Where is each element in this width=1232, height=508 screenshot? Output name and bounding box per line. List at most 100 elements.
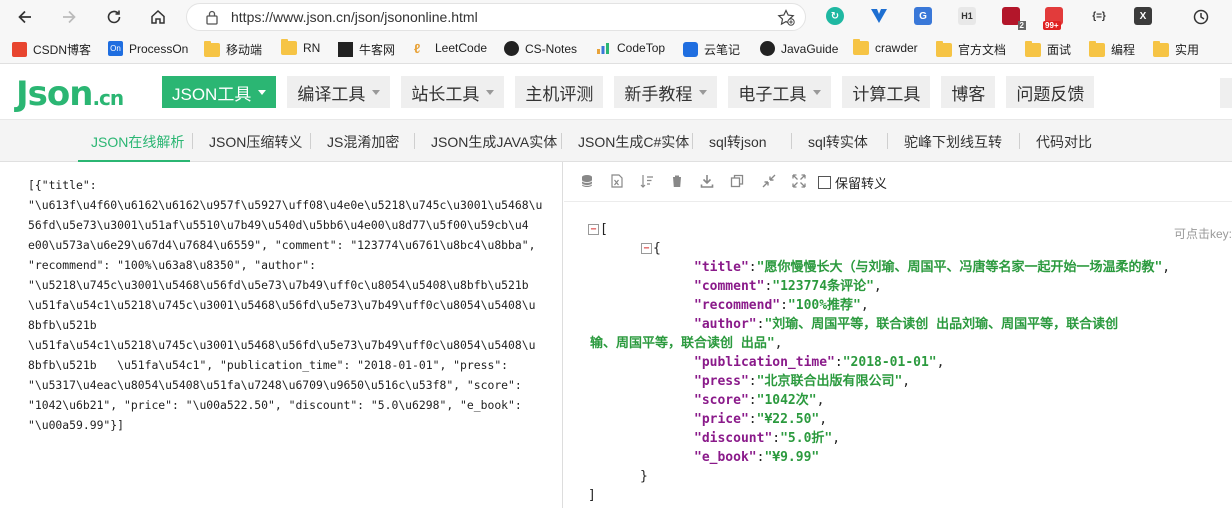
bookmark-cloud-note[interactable]: 云笔记 <box>683 41 740 58</box>
database-icon[interactable] <box>580 174 594 188</box>
favorite-star-icon[interactable] <box>777 9 795 31</box>
bookmark-javaguide[interactable]: JavaGuide <box>760 41 838 56</box>
reload-button[interactable] <box>103 6 125 28</box>
chart-icon <box>596 41 611 55</box>
main-content: [{"title": "\u613f\u4f60\u6162\u6162\u957… <box>0 162 1232 508</box>
bookmark-folder-interview[interactable]: 面试 <box>1025 40 1071 58</box>
keep-escape-checkbox[interactable]: 保留转义 <box>818 173 887 192</box>
tab-js-obfuscate[interactable]: JS混淆加密 <box>327 132 399 152</box>
bookmark-label: 移动端 <box>226 43 263 57</box>
excel-icon[interactable] <box>610 174 624 188</box>
tab-json-to-java[interactable]: JSON生成JAVA实体 <box>431 132 557 152</box>
object-open-brace: { <box>653 241 661 256</box>
chevron-down-icon <box>813 89 822 95</box>
json-field-price[interactable]: "price":"¥22.50", <box>694 410 827 429</box>
collapse-array-toggle[interactable]: − <box>588 224 599 235</box>
json-field-e-book[interactable]: "e_book":"¥9.99" <box>694 448 819 467</box>
bookmark-label: RN <box>303 41 321 55</box>
folder-icon <box>1025 40 1041 57</box>
json-field-score[interactable]: "score":"1042次", <box>694 391 824 410</box>
nav-feedback[interactable]: 问题反馈 <box>1006 76 1095 108</box>
bookmark-cs-notes[interactable]: CS-Notes <box>504 41 577 56</box>
h1-extension-icon[interactable]: H1 <box>958 7 976 25</box>
raw-json-line: [{"title": <box>28 178 97 192</box>
bookmark-nowcoder[interactable]: 牛客网 <box>338 41 395 58</box>
bookmark-codetop[interactable]: CodeTop <box>596 41 665 55</box>
nav-blog[interactable]: 博客 <box>941 76 996 108</box>
tab-divider <box>561 133 562 149</box>
json-input-text[interactable]: [{"title": "\u613f\u4f60\u6162\u6162\u957… <box>28 175 550 435</box>
expand-icon[interactable] <box>792 174 806 188</box>
bookmark-folder-mobile[interactable]: 移动端 <box>204 40 263 58</box>
bookmark-folder-useful[interactable]: 实用 <box>1153 40 1199 58</box>
nav-electronic-tools[interactable]: 电子工具 <box>728 76 832 108</box>
download-icon[interactable] <box>700 174 714 188</box>
checkbox-box[interactable] <box>818 176 831 189</box>
header-search-stub[interactable] <box>1220 78 1232 108</box>
json-field-recommend[interactable]: "recommend":"100%推荐", <box>694 296 869 315</box>
bookmark-csdn[interactable]: CSDN博客 <box>12 41 91 58</box>
bookmark-label: CS-Notes <box>525 41 578 56</box>
history-button[interactable] <box>1190 6 1212 28</box>
raw-json-line: "\u5317\u4eac\u8054\u5408\u51fa\u7248\u6… <box>28 378 522 392</box>
trash-icon[interactable] <box>670 174 684 188</box>
bookmark-label: 云笔记 <box>704 43 741 57</box>
copy-icon[interactable] <box>730 174 744 188</box>
json-output-pane: 保留转义 可点击key: − [ − { "title":"愿你慢慢长大（与刘瑜… <box>564 162 1232 508</box>
extension-1-icon[interactable]: ↻ <box>826 7 844 25</box>
tab-divider <box>692 133 693 149</box>
nav-json-tools[interactable]: JSON工具 <box>162 76 277 108</box>
tab-sql-to-entity[interactable]: sql转实体 <box>808 132 868 152</box>
json-field-comment[interactable]: "comment":"123774条评论", <box>694 277 882 296</box>
nav-host-review[interactable]: 主机评测 <box>515 76 604 108</box>
extension-2-icon[interactable] <box>870 7 888 25</box>
x-extension-icon[interactable]: X <box>1134 7 1152 25</box>
csdn-icon <box>12 42 27 57</box>
nav-compile-tools[interactable]: 编译工具 <box>287 76 391 108</box>
sort-icon[interactable] <box>640 174 654 188</box>
tab-json-to-csharp[interactable]: JSON生成C#实体 <box>578 132 689 152</box>
bookmark-folder-rn[interactable]: RN <box>281 39 321 55</box>
object-close-brace: } <box>640 469 648 484</box>
address-bar[interactable]: https://www.json.cn/json/jsononline.html <box>186 3 806 31</box>
csdn-extension-icon[interactable]: 99+ <box>1043 7 1063 30</box>
bookmark-leetcode[interactable]: ℓ LeetCode <box>414 41 487 56</box>
tab-code-diff[interactable]: 代码对比 <box>1036 132 1092 152</box>
bookmark-label: CSDN博客 <box>33 43 92 57</box>
home-button[interactable] <box>147 6 169 28</box>
collapse-icon[interactable] <box>762 174 776 188</box>
json-field-press[interactable]: "press":"北京联合出版有限公司", <box>694 372 910 391</box>
tab-json-compress[interactable]: JSON压缩转义 <box>209 132 302 152</box>
arrow-right-icon <box>63 10 76 24</box>
json-input-pane[interactable]: [{"title": "\u613f\u4f60\u6162\u6162\u957… <box>0 162 563 508</box>
nav-webmaster-tools[interactable]: 站长工具 <box>401 76 505 108</box>
json-field-title[interactable]: "title":"愿你慢慢长大（与刘瑜、周国平、冯唐等名家一起开始一场温柔的教"… <box>694 258 1170 277</box>
nav-tutorials[interactable]: 新手教程 <box>614 76 718 108</box>
bookmark-folder-docs[interactable]: 官方文档 <box>936 40 1006 58</box>
tab-json-parse[interactable]: JSON在线解析 <box>91 132 184 152</box>
ublock-icon[interactable]: 2 <box>1002 7 1026 30</box>
ext7-badge: 99+ <box>1043 21 1061 30</box>
bookmark-processon[interactable]: On ProcessOn <box>108 41 188 56</box>
raw-json-line: \u51fa\u54c1\u5218\u745c\u3001\u5468\u56… <box>28 298 536 312</box>
tab-camel-snake[interactable]: 驼峰下划线互转 <box>904 132 1002 152</box>
json-field-discount[interactable]: "discount":"5.0折", <box>694 429 840 448</box>
json-extension-icon[interactable]: {=} <box>1090 7 1108 25</box>
json-field-publication-time[interactable]: "publication_time":"2018-01-01", <box>694 353 944 372</box>
note-icon <box>683 42 698 57</box>
bookmark-folder-programming[interactable]: 编程 <box>1089 40 1135 58</box>
tab-sql-to-json[interactable]: sql转json <box>709 132 767 152</box>
translate-icon[interactable]: G <box>914 7 932 25</box>
keep-escape-label: 保留转义 <box>835 176 888 191</box>
json-field-author[interactable]: "author":"刘瑜、周国平等，联合读创 出品刘瑜、周国平等，联合读创 <box>694 315 1118 334</box>
nav-label: 主机评测 <box>525 84 594 104</box>
forward-button[interactable] <box>58 6 80 28</box>
bookmark-folder-crawder[interactable]: crawder <box>853 39 918 55</box>
nav-calc-tools[interactable]: 计算工具 <box>842 76 931 108</box>
collapse-object-toggle[interactable]: − <box>641 243 652 254</box>
back-button[interactable] <box>14 6 36 28</box>
folder-icon <box>1089 40 1105 57</box>
tab-divider <box>414 133 415 149</box>
site-logo[interactable]: Json.cn <box>16 74 124 114</box>
output-toolbar: 保留转义 <box>564 162 1232 202</box>
